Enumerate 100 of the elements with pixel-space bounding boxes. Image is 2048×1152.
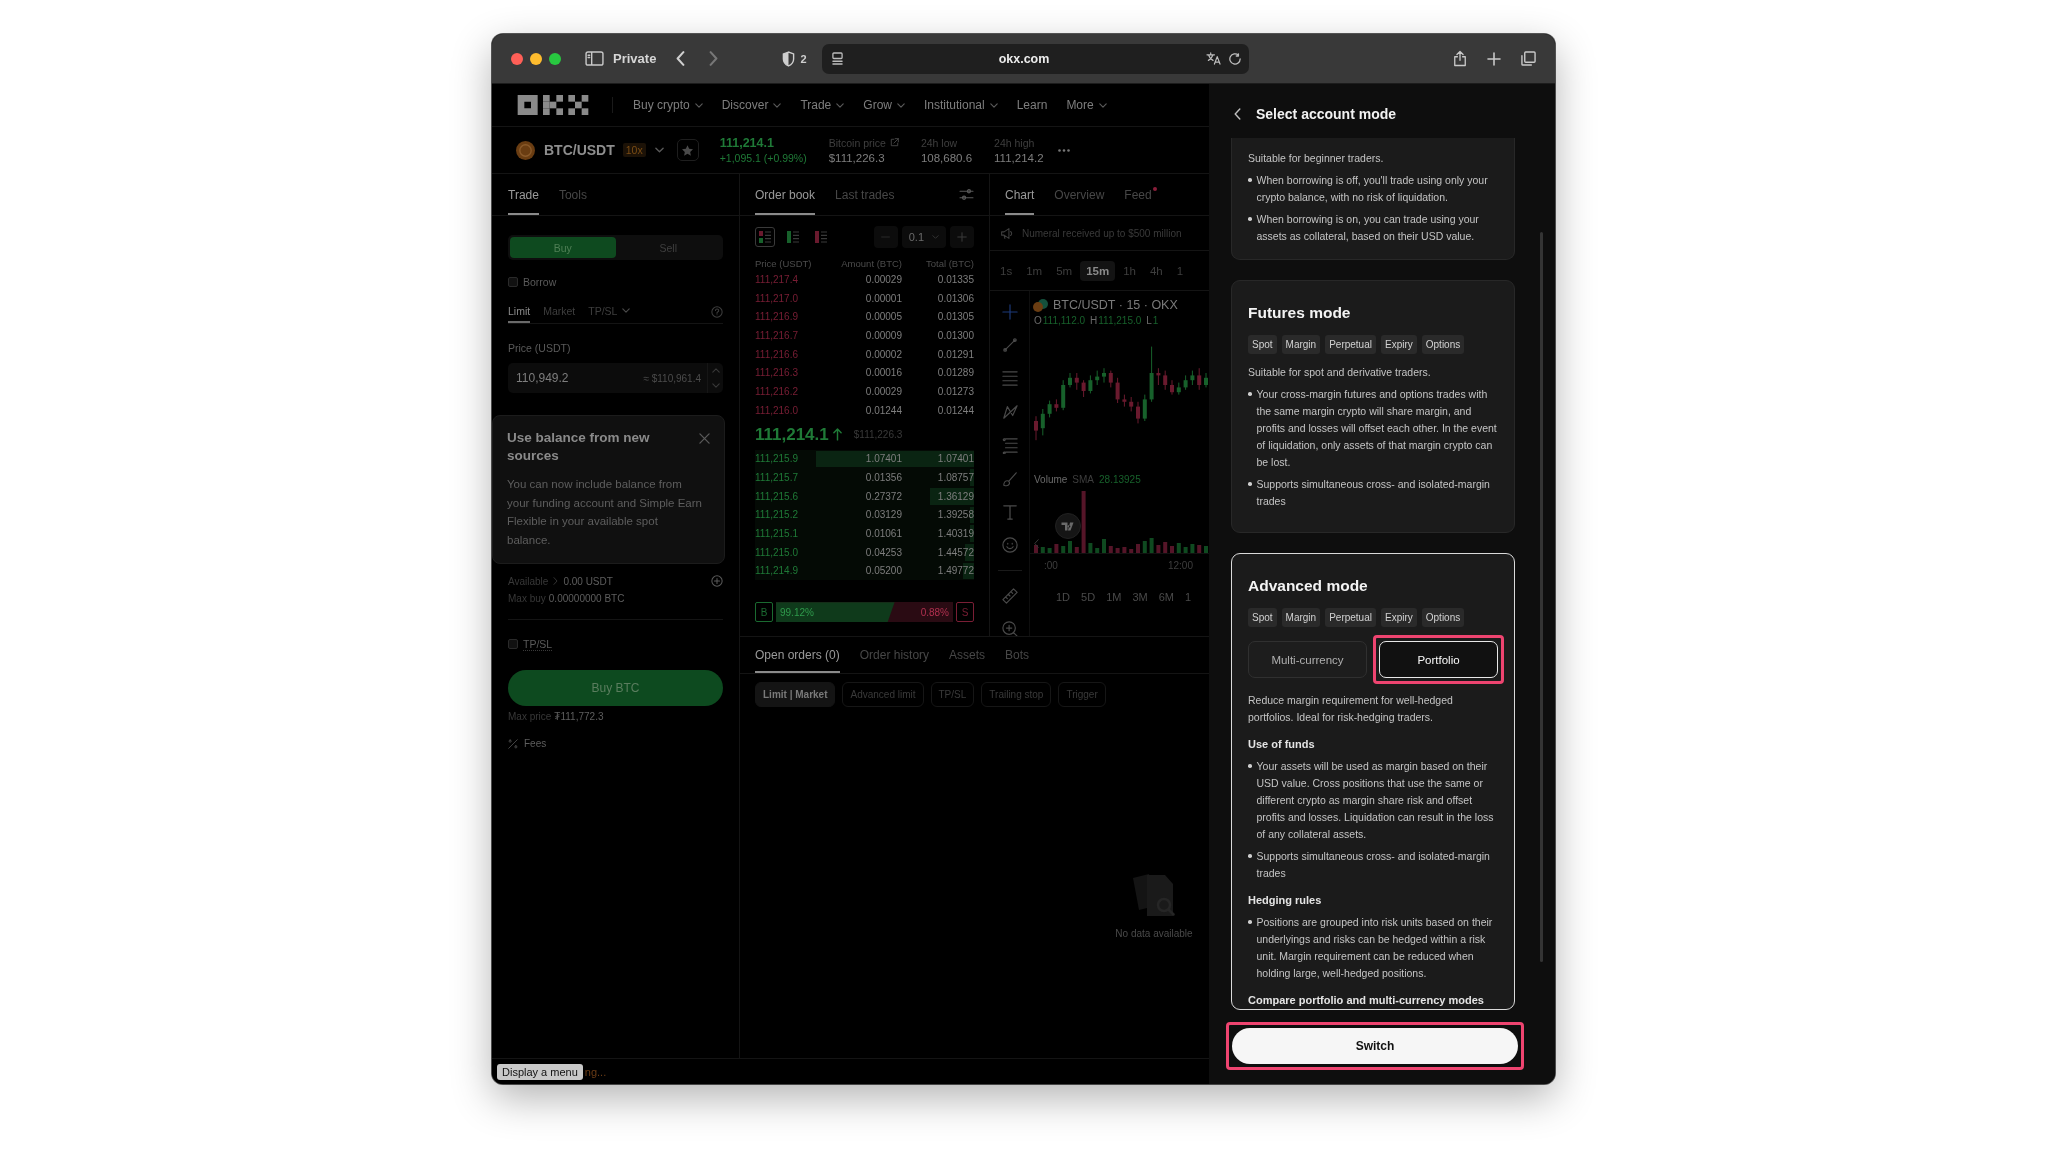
order-type-tab[interactable]: TP/SL (588, 300, 631, 323)
increase-icon[interactable] (711, 368, 720, 373)
trend-line-icon[interactable] (1001, 337, 1018, 353)
buy-button[interactable]: Buy BTC (508, 670, 723, 706)
order-type-tab[interactable]: Limit (508, 300, 531, 323)
help-icon[interactable] (711, 305, 723, 318)
panel-tab[interactable]: Order book (755, 174, 816, 215)
zoom-in-icon[interactable] (1001, 621, 1018, 636)
nav-menu-button[interactable]: Institutional (923, 98, 998, 112)
mode-card[interactable] (1231, 280, 1515, 533)
checkbox[interactable] (508, 277, 518, 287)
ask-amount: 0.01244 (864, 404, 902, 416)
order-type-tab[interactable]: Market (543, 300, 576, 323)
interval-button[interactable]: 5m (1050, 260, 1079, 281)
shield-icon[interactable] (782, 50, 796, 67)
mode-option-button[interactable]: Portfolio (1379, 641, 1498, 678)
new-tab-icon[interactable] (1487, 51, 1501, 66)
nav-menu-button[interactable]: Buy crypto (633, 98, 703, 112)
panel-tab[interactable]: Feed (1124, 174, 1152, 215)
minimize-window-icon[interactable] (530, 52, 542, 65)
address-bar[interactable]: okx.com (821, 43, 1249, 74)
stat-label: 24h low (920, 136, 958, 149)
range-button[interactable]: 5D (1081, 591, 1096, 603)
tab-overview-icon[interactable] (1521, 51, 1536, 66)
fees-link[interactable]: Fees (524, 738, 547, 749)
interval-button[interactable]: 15m (1080, 260, 1116, 281)
panel-tab[interactable]: Tools (558, 174, 587, 215)
filter-chip[interactable]: TP/SL (930, 682, 975, 707)
translate-icon[interactable] (1205, 52, 1221, 65)
available-label[interactable]: Available (508, 575, 549, 587)
nav-menu-button[interactable]: Learn (1016, 98, 1048, 112)
pattern-icon[interactable] (1001, 404, 1018, 420)
chevron-right-icon[interactable] (553, 577, 559, 585)
range-button[interactable]: 1D (1056, 591, 1071, 603)
nav-menu-button[interactable]: Grow (863, 98, 905, 112)
price-input[interactable]: 110,949.2 ≈ $110,961.4 (508, 363, 723, 393)
favorite-button[interactable] (676, 139, 699, 161)
filter-chip[interactable]: Limit | Market (755, 682, 836, 707)
bid-amount: 1.07401 (864, 453, 902, 465)
interval-button[interactable]: 1 (1170, 260, 1190, 281)
mode-card[interactable] (1231, 138, 1515, 260)
close-window-icon[interactable] (511, 52, 523, 65)
range-button[interactable]: 1 (1184, 591, 1192, 603)
maximize-window-icon[interactable] (549, 52, 561, 65)
private-tab-label[interactable]: Private (613, 51, 657, 66)
range-button[interactable]: 1M (1106, 591, 1122, 603)
chart-logo-icon[interactable] (1055, 513, 1081, 539)
checkbox[interactable] (508, 639, 518, 649)
mid-price: 111,214.1 (755, 424, 829, 445)
share-icon[interactable] (1453, 50, 1467, 67)
layout-toggle-button[interactable] (755, 227, 775, 247)
interval-button[interactable]: 1m (1020, 260, 1049, 281)
bullet-text: Your cross-margin futures and options trades with the same margin crypto will share margin, and profits and losses will offset each other. In the event of liquidation, only assets of that margin crypto can be lost. (1256, 387, 1498, 470)
external-link-icon[interactable] (889, 138, 899, 147)
tick-size-dropdown[interactable]: 0.1 (901, 226, 946, 248)
filter-chip[interactable]: Trigger (1058, 682, 1106, 707)
horizontal-lines-icon[interactable] (1001, 370, 1018, 387)
decrease-icon[interactable] (711, 383, 720, 388)
add-funds-icon[interactable] (711, 575, 723, 587)
brush-icon[interactable] (1001, 471, 1018, 487)
reload-icon[interactable] (1228, 52, 1241, 65)
nav-menu-button[interactable]: Discover (721, 98, 782, 112)
panel-tab[interactable]: Last trades (835, 174, 895, 215)
chevron-down-icon[interactable] (654, 147, 664, 153)
panel-tab[interactable]: Bots (1005, 637, 1030, 673)
panel-tab[interactable]: Assets (949, 637, 986, 673)
emoji-icon[interactable] (1001, 537, 1018, 553)
panel-tab[interactable]: Overview (1054, 174, 1105, 215)
range-button[interactable]: 6M (1158, 591, 1174, 603)
more-icon[interactable] (1057, 148, 1070, 152)
feature-tag: Perpetual (1325, 608, 1376, 627)
fib-lines-icon[interactable] (1001, 437, 1018, 454)
interval-button[interactable]: 1s (994, 260, 1019, 281)
sidebar-icon[interactable] (585, 51, 604, 66)
scrollbar-thumb[interactable] (1540, 232, 1543, 962)
interval-button[interactable]: 4h (1143, 260, 1169, 281)
mode-option-button[interactable]: Multi-currency (1248, 641, 1367, 678)
ruler-icon[interactable] (1001, 588, 1018, 604)
panel-tab[interactable]: Order history (859, 637, 930, 673)
close-icon[interactable] (699, 433, 710, 444)
back-icon[interactable] (676, 51, 686, 66)
nav-menu-button[interactable]: Trade (800, 98, 845, 112)
panel-tab[interactable]: Trade (508, 174, 539, 215)
bid-amount: 0.04253 (864, 546, 902, 558)
text-tool-icon[interactable] (1001, 504, 1018, 520)
panel-tab[interactable]: Chart (1005, 174, 1035, 215)
back-icon[interactable] (1234, 108, 1241, 120)
switch-button[interactable]: Switch (1232, 1028, 1518, 1064)
page-menu-icon[interactable] (831, 52, 843, 65)
panel-tab[interactable]: Open orders (0) (755, 637, 840, 673)
range-button[interactable]: 3M (1132, 591, 1148, 603)
side-button[interactable]: Buy (510, 237, 616, 258)
settings-sliders-icon[interactable] (959, 188, 974, 201)
pair-symbol[interactable]: BTC/USDT (544, 142, 615, 158)
filter-chip[interactable]: Advanced limit (842, 682, 924, 707)
interval-button[interactable]: 1h (1117, 260, 1142, 281)
nav-menu-button[interactable]: More (1066, 98, 1107, 112)
brand-logo[interactable] (516, 95, 590, 115)
forward-icon[interactable] (709, 51, 719, 66)
collapse-icon[interactable] (1034, 539, 1039, 548)
